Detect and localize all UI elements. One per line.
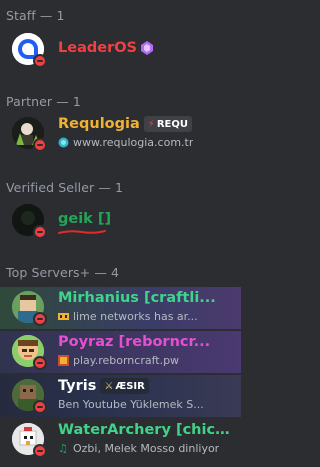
member-name: Requlogia <box>58 116 140 132</box>
server-tag-label: REQU <box>156 118 188 130</box>
member-name: Mirhanius [craftli... <box>58 290 216 306</box>
server-tag-label: ÆSIR <box>115 380 145 392</box>
member-mirhanius[interactable]: Mirhanius [craftli... lime networks has … <box>0 287 241 329</box>
game-icon <box>58 355 69 366</box>
do-not-disturb-icon <box>33 400 47 414</box>
member-name: geik [] <box>58 211 112 227</box>
member-name: LeaderOS <box>58 40 137 56</box>
bolt-icon: ⚡ <box>147 118 155 130</box>
member-tyris[interactable]: Tyris ⚔ ÆSIR Ben Youtube Yüklemek S... <box>0 375 241 417</box>
custom-status: play.reborncraft.pw <box>73 354 180 367</box>
member-name: Tyris <box>58 378 97 394</box>
do-not-disturb-icon <box>33 225 47 239</box>
section-header-top-servers: Top Servers+ — 4 <box>6 265 120 280</box>
section-header-partner: Partner — 1 <box>6 94 81 109</box>
gem-icon <box>141 41 153 55</box>
member-poyraz[interactable]: Poyraz [reborncr... play.reborncraft.pw <box>0 331 241 373</box>
member-leaderos[interactable]: LeaderOS <box>0 29 241 69</box>
server-tag[interactable]: ⚡ REQU <box>143 116 192 132</box>
member-waterarchery[interactable]: WaterArchery [chicke... ♫ Ozbi, Melek Mo… <box>0 419 241 461</box>
swords-icon: ⚔ <box>104 380 114 392</box>
do-not-disturb-icon <box>33 444 47 458</box>
do-not-disturb-icon <box>33 356 47 370</box>
member-name: WaterArchery [chicke... <box>58 422 237 438</box>
do-not-disturb-icon <box>33 54 47 68</box>
custom-status: lime networks has ar... <box>73 310 198 323</box>
custom-status: Ozbi, Melek Mosso dinliyor <box>73 442 220 455</box>
custom-status: Ben Youtube Yüklemek S... <box>58 398 204 411</box>
do-not-disturb-icon <box>33 138 47 152</box>
game-icon <box>58 313 69 320</box>
custom-status: www.requlogia.com.tr <box>73 136 194 149</box>
red-underline-annotation <box>58 230 106 234</box>
member-geik[interactable]: geik [] <box>0 200 241 240</box>
member-name: Poyraz [reborncr... <box>58 334 211 350</box>
music-note-icon: ♫ <box>58 442 68 455</box>
section-header-verified-seller: Verified Seller — 1 <box>6 180 124 195</box>
globe-icon <box>58 137 69 148</box>
section-header-staff: Staff — 1 <box>6 8 65 23</box>
do-not-disturb-icon <box>33 312 47 326</box>
server-tag[interactable]: ⚔ ÆSIR <box>100 378 149 394</box>
member-requlogia[interactable]: Requlogia ⚡ REQU www.requlogia.com.tr <box>0 113 241 153</box>
